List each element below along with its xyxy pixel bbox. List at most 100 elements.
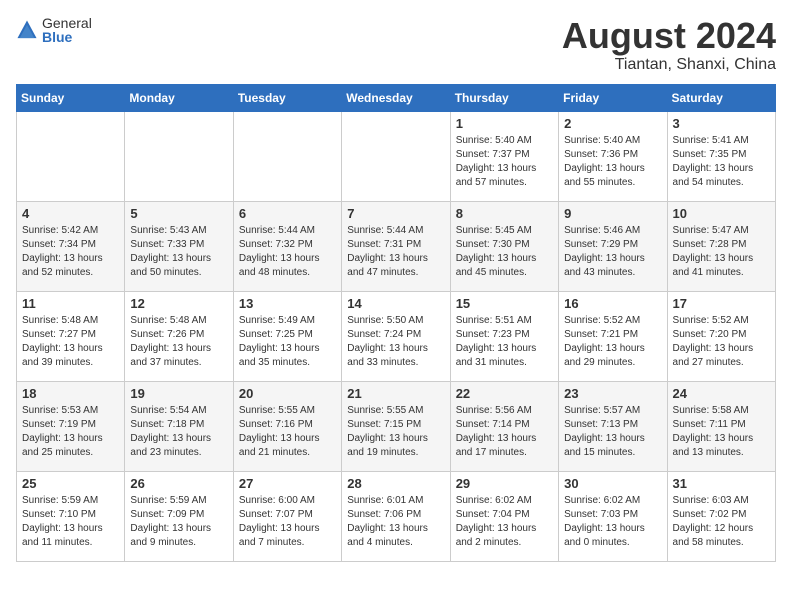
day-number: 20	[239, 386, 336, 401]
day-number: 12	[130, 296, 227, 311]
calendar-body: 1 Sunrise: 5:40 AMSunset: 7:37 PMDaylight…	[17, 111, 776, 561]
calendar-day-cell: 9Sunrise: 5:46 AMSunset: 7:29 PMDaylight…	[559, 201, 667, 291]
day-info: Sunrise: 5:57 AMSunset: 7:13 PMDaylight:…	[564, 404, 661, 460]
day-info: Sunrise: 5:50 AMSunset: 7:24 PMDaylight:…	[347, 314, 444, 370]
day-number: 15	[456, 296, 553, 311]
calendar-day-cell: 22 Sunrise: 5:56 AMSunset: 7:14 PMDayligh…	[450, 381, 558, 471]
weekday-header-cell: Thursday	[450, 84, 558, 111]
calendar-header: SundayMondayTuesdayWednesdayThursdayFrid…	[17, 84, 776, 111]
day-info: Sunrise: 5:51 AMSunset: 7:23 PMDaylight:…	[456, 314, 553, 370]
day-info: Sunrise: 5:47 AMSunset: 7:28 PMDaylight:…	[673, 224, 770, 280]
calendar-day-cell: 4Sunrise: 5:42 AMSunset: 7:34 PMDaylight…	[17, 201, 125, 291]
logo-blue-text: Blue	[42, 30, 92, 44]
day-number: 26	[130, 476, 227, 491]
calendar-day-cell: 13 Sunrise: 5:49 AMSunset: 7:25 PMDayligh…	[233, 291, 341, 381]
calendar-day-cell: 15 Sunrise: 5:51 AMSunset: 7:23 PMDayligh…	[450, 291, 558, 381]
calendar-day-cell	[125, 111, 233, 201]
day-info: Sunrise: 5:52 AMSunset: 7:21 PMDaylight:…	[564, 314, 661, 370]
calendar-day-cell: 14 Sunrise: 5:50 AMSunset: 7:24 PMDayligh…	[342, 291, 450, 381]
day-info: Sunrise: 6:02 AMSunset: 7:03 PMDaylight:…	[564, 494, 661, 550]
day-info: Sunrise: 5:48 AMSunset: 7:27 PMDaylight:…	[22, 314, 119, 370]
logo-general-text: General	[42, 16, 92, 30]
day-number: 31	[673, 476, 770, 491]
calendar-day-cell: 1 Sunrise: 5:40 AMSunset: 7:37 PMDaylight…	[450, 111, 558, 201]
weekday-header-cell: Monday	[125, 84, 233, 111]
day-info: Sunrise: 5:40 AMSunset: 7:36 PMDaylight:…	[564, 134, 661, 190]
day-number: 29	[456, 476, 553, 491]
calendar-day-cell: 12 Sunrise: 5:48 AMSunset: 7:26 PMDayligh…	[125, 291, 233, 381]
calendar-subtitle: Tiantan, Shanxi, China	[562, 56, 776, 74]
day-number: 4	[22, 206, 119, 221]
calendar-day-cell: 6Sunrise: 5:44 AMSunset: 7:32 PMDaylight…	[233, 201, 341, 291]
calendar-day-cell: 21 Sunrise: 5:55 AMSunset: 7:15 PMDayligh…	[342, 381, 450, 471]
calendar-day-cell	[342, 111, 450, 201]
day-number: 1	[456, 116, 553, 131]
weekday-header-cell: Saturday	[667, 84, 775, 111]
calendar-day-cell: 19Sunrise: 5:54 AMSunset: 7:18 PMDayligh…	[125, 381, 233, 471]
calendar-day-cell: 20 Sunrise: 5:55 AMSunset: 7:16 PMDayligh…	[233, 381, 341, 471]
calendar-day-cell: 7 Sunrise: 5:44 AMSunset: 7:31 PMDaylight…	[342, 201, 450, 291]
day-info: Sunrise: 5:49 AMSunset: 7:25 PMDaylight:…	[239, 314, 336, 370]
day-number: 27	[239, 476, 336, 491]
day-number: 22	[456, 386, 553, 401]
day-number: 14	[347, 296, 444, 311]
day-info: Sunrise: 5:53 AMSunset: 7:19 PMDaylight:…	[22, 404, 119, 460]
day-info: Sunrise: 5:55 AMSunset: 7:16 PMDaylight:…	[239, 404, 336, 460]
day-info: Sunrise: 5:55 AMSunset: 7:15 PMDaylight:…	[347, 404, 444, 460]
calendar-day-cell: 8 Sunrise: 5:45 AMSunset: 7:30 PMDaylight…	[450, 201, 558, 291]
day-info: Sunrise: 5:41 AMSunset: 7:35 PMDaylight:…	[673, 134, 770, 190]
weekday-header-cell: Wednesday	[342, 84, 450, 111]
calendar-day-cell: 23 Sunrise: 5:57 AMSunset: 7:13 PMDayligh…	[559, 381, 667, 471]
calendar-day-cell: 3 Sunrise: 5:41 AMSunset: 7:35 PMDaylight…	[667, 111, 775, 201]
day-info: Sunrise: 5:40 AMSunset: 7:37 PMDaylight:…	[456, 134, 553, 190]
calendar-day-cell: 10 Sunrise: 5:47 AMSunset: 7:28 PMDayligh…	[667, 201, 775, 291]
calendar-title: August 2024	[562, 16, 776, 56]
day-number: 2	[564, 116, 661, 131]
calendar-day-cell	[17, 111, 125, 201]
day-info: Sunrise: 5:44 AMSunset: 7:31 PMDaylight:…	[347, 224, 444, 280]
day-number: 23	[564, 386, 661, 401]
calendar-day-cell: 2 Sunrise: 5:40 AMSunset: 7:36 PMDaylight…	[559, 111, 667, 201]
day-info: Sunrise: 5:45 AMSunset: 7:30 PMDaylight:…	[456, 224, 553, 280]
title-block: August 2024 Tiantan, Shanxi, China	[562, 16, 776, 74]
day-info: Sunrise: 6:00 AMSunset: 7:07 PMDaylight:…	[239, 494, 336, 550]
calendar-day-cell: 26Sunrise: 5:59 AMSunset: 7:09 PMDayligh…	[125, 471, 233, 561]
day-info: Sunrise: 6:03 AMSunset: 7:02 PMDaylight:…	[673, 494, 770, 550]
calendar-day-cell: 31 Sunrise: 6:03 AMSunset: 7:02 PMDayligh…	[667, 471, 775, 561]
day-info: Sunrise: 5:59 AMSunset: 7:10 PMDaylight:…	[22, 494, 119, 550]
calendar-day-cell: 24 Sunrise: 5:58 AMSunset: 7:11 PMDayligh…	[667, 381, 775, 471]
day-number: 13	[239, 296, 336, 311]
day-info: Sunrise: 5:52 AMSunset: 7:20 PMDaylight:…	[673, 314, 770, 370]
calendar-day-cell: 5Sunrise: 5:43 AMSunset: 7:33 PMDaylight…	[125, 201, 233, 291]
day-info: Sunrise: 6:02 AMSunset: 7:04 PMDaylight:…	[456, 494, 553, 550]
day-number: 30	[564, 476, 661, 491]
day-number: 21	[347, 386, 444, 401]
day-info: Sunrise: 5:58 AMSunset: 7:11 PMDaylight:…	[673, 404, 770, 460]
logo: General Blue	[16, 16, 92, 44]
day-number: 3	[673, 116, 770, 131]
day-number: 10	[673, 206, 770, 221]
day-number: 7	[347, 206, 444, 221]
day-number: 8	[456, 206, 553, 221]
day-info: Sunrise: 5:56 AMSunset: 7:14 PMDaylight:…	[456, 404, 553, 460]
calendar-day-cell: 29 Sunrise: 6:02 AMSunset: 7:04 PMDayligh…	[450, 471, 558, 561]
day-number: 18	[22, 386, 119, 401]
calendar-week-row: 25 Sunrise: 5:59 AMSunset: 7:10 PMDayligh…	[17, 471, 776, 561]
day-number: 24	[673, 386, 770, 401]
calendar-day-cell	[233, 111, 341, 201]
day-info: Sunrise: 5:44 AMSunset: 7:32 PMDaylight:…	[239, 224, 336, 280]
calendar-day-cell: 25 Sunrise: 5:59 AMSunset: 7:10 PMDayligh…	[17, 471, 125, 561]
page-header: General Blue August 2024 Tiantan, Shanxi…	[16, 16, 776, 74]
day-number: 5	[130, 206, 227, 221]
day-number: 28	[347, 476, 444, 491]
calendar-week-row: 18 Sunrise: 5:53 AMSunset: 7:19 PMDayligh…	[17, 381, 776, 471]
calendar-day-cell: 28Sunrise: 6:01 AMSunset: 7:06 PMDayligh…	[342, 471, 450, 561]
calendar-week-row: 4Sunrise: 5:42 AMSunset: 7:34 PMDaylight…	[17, 201, 776, 291]
day-number: 19	[130, 386, 227, 401]
weekday-header-cell: Sunday	[17, 84, 125, 111]
logo-icon	[16, 19, 38, 41]
day-info: Sunrise: 5:48 AMSunset: 7:26 PMDaylight:…	[130, 314, 227, 370]
day-number: 25	[22, 476, 119, 491]
weekday-header-cell: Friday	[559, 84, 667, 111]
calendar-day-cell: 16Sunrise: 5:52 AMSunset: 7:21 PMDayligh…	[559, 291, 667, 381]
